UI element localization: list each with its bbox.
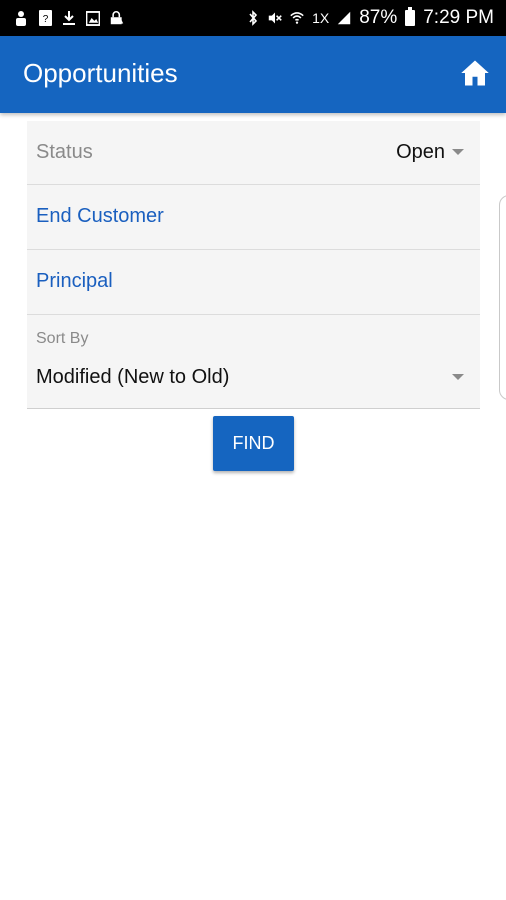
mute-icon — [268, 10, 282, 26]
question-file-icon: ? — [38, 10, 52, 26]
battery-percent: 87% — [359, 7, 398, 28]
page-title: Opportunities — [23, 58, 178, 88]
principal-label: Principal — [36, 270, 113, 292]
clock: 7:29 PM — [423, 7, 494, 28]
image-icon — [86, 10, 100, 26]
bluetooth-icon — [246, 10, 260, 26]
notification-icons: ? — [14, 7, 124, 29]
system-icons: 1X 87% 7:29 PM — [246, 5, 494, 31]
sort-by-dropdown[interactable]: Sort By Modified (New to Old) — [27, 315, 480, 409]
wifi-icon — [290, 10, 304, 26]
network-type-label: 1X — [312, 10, 330, 26]
filter-form: Status Open End Customer Principal Sort … — [27, 121, 480, 409]
chevron-down-icon — [452, 374, 464, 380]
chevron-down-icon — [452, 149, 464, 155]
lock-icon — [110, 10, 124, 26]
home-icon[interactable] — [460, 58, 490, 88]
download-icon — [62, 10, 76, 26]
status-label: Status — [36, 141, 93, 163]
find-button[interactable]: FIND — [213, 416, 294, 471]
end-customer-label: End Customer — [36, 205, 164, 227]
status-dropdown[interactable]: Status Open — [27, 121, 480, 185]
sort-by-value: Modified (New to Old) — [36, 366, 230, 388]
signal-icon — [337, 10, 351, 26]
status-bar: ? 1X 87% 7:29 PM — [0, 0, 506, 36]
end-customer-field[interactable]: End Customer — [27, 185, 480, 250]
person-icon — [14, 10, 28, 26]
svg-text:?: ? — [42, 14, 48, 25]
app-bar: Opportunities — [0, 36, 506, 113]
status-value: Open — [396, 141, 445, 163]
principal-field[interactable]: Principal — [27, 250, 480, 315]
sort-by-label: Sort By — [36, 330, 89, 347]
battery-icon — [405, 7, 416, 26]
side-drawer-handle[interactable] — [499, 195, 506, 400]
